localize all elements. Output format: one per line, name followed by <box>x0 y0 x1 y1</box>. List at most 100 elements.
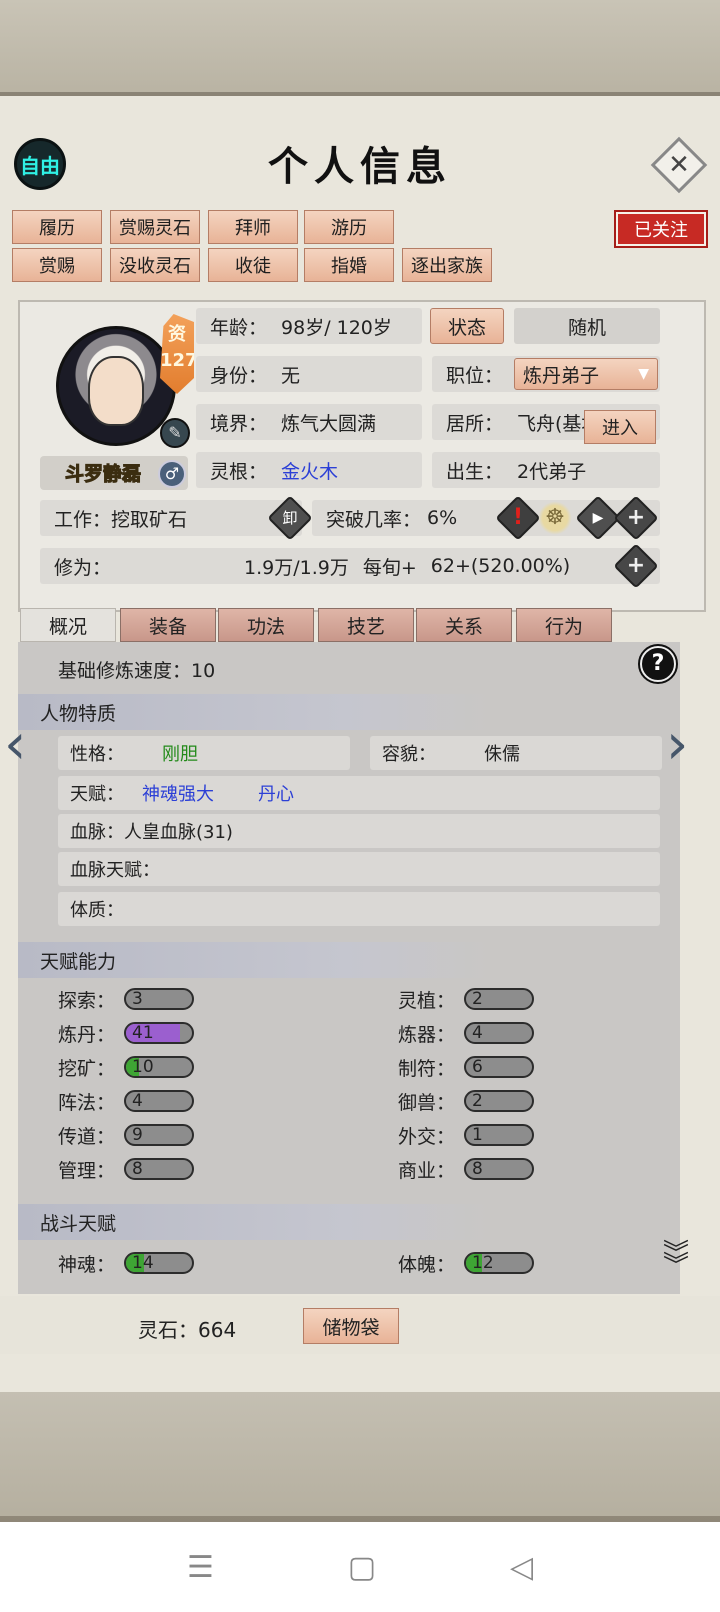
expel-family-button[interactable]: 逐出家族 <box>402 248 492 282</box>
next-character-arrow-icon[interactable]: › <box>666 712 688 777</box>
take-disciple-button[interactable]: 收徒 <box>208 248 298 282</box>
top-background <box>0 0 720 100</box>
ability-value: 4 <box>132 1091 143 1111</box>
scroll-down-chevron-icon[interactable]: ︾ ︾ <box>656 1241 696 1298</box>
ability-label: 制符： <box>398 1058 456 1080</box>
looks-row: 容貌： 侏儒 <box>370 736 662 770</box>
looks-value: 侏儒 <box>484 744 520 765</box>
age-field: 年龄： 98岁/ 120岁 <box>196 308 422 344</box>
ability-value: 10 <box>132 1057 154 1077</box>
confiscate-stones-button[interactable]: 没收灵石 <box>110 248 200 282</box>
realm-label: 境界： <box>210 412 268 435</box>
ability-label: 御兽： <box>398 1092 456 1114</box>
talent-value-2: 丹心 <box>258 784 294 805</box>
ability-value: 14 <box>132 1253 154 1273</box>
close-icon: ✕ <box>668 150 690 180</box>
tab-relations[interactable]: 关系 <box>416 608 512 642</box>
tab-behavior[interactable]: 行为 <box>516 608 612 642</box>
system-navbar: ☰ ▢ ◁ <box>0 1522 720 1612</box>
random-button[interactable]: 随机 <box>514 308 660 344</box>
ability-bar: 4 <box>464 1022 534 1044</box>
position-value: 炼丹弟子 <box>523 364 600 387</box>
menu-icon[interactable]: ☰ <box>187 1550 214 1585</box>
avatar-face <box>88 356 144 426</box>
tab-equipment[interactable]: 装备 <box>120 608 216 642</box>
personality-label: 性格： <box>70 744 124 765</box>
ability-bar: 1 <box>464 1124 534 1146</box>
travel-button[interactable]: 游历 <box>304 210 394 244</box>
male-gender-icon: ♂ <box>158 460 186 488</box>
bloodline-value: 人皇血脉(31) <box>124 822 233 843</box>
prev-character-arrow-icon[interactable]: ‹ <box>4 712 26 777</box>
meditation-icon[interactable]: ☸ <box>536 498 574 538</box>
tab-techniques[interactable]: 功法 <box>218 608 314 642</box>
position-dropdown[interactable]: 炼丹弟子 ▼ <box>514 358 658 390</box>
spirit-stones-count: 灵石：664 <box>138 1318 237 1342</box>
breakthrough-value: 6% <box>427 507 458 529</box>
home-icon[interactable]: ▢ <box>348 1550 376 1585</box>
ability-bar: 2 <box>464 1090 534 1112</box>
ability-value: 6 <box>472 1057 483 1077</box>
ability-value: 9 <box>132 1125 143 1145</box>
ability-value: 3 <box>132 989 143 1009</box>
bloodline-row: 血脉： 人皇血脉(31) <box>58 814 660 848</box>
ability-label: 炼丹： <box>58 1024 116 1046</box>
looks-label: 容貌： <box>382 744 436 765</box>
constitution-label: 体质： <box>70 900 124 921</box>
character-name: 斗罗静磊 <box>64 463 141 486</box>
aptitude-label: 资 <box>168 324 186 345</box>
ability-value: 8 <box>472 1159 483 1179</box>
arrange-marriage-button[interactable]: 指婚 <box>304 248 394 282</box>
combat-section-title: 战斗天赋 <box>18 1204 488 1240</box>
spirit-root-field: 灵根： 金火木 <box>196 452 422 488</box>
cultivation-value: 1.9万/1.9万 <box>244 556 349 579</box>
reward-button[interactable]: 赏赐 <box>12 248 102 282</box>
talent-value-1: 神魂强大 <box>142 784 214 805</box>
ability-bar: 3 <box>124 988 194 1010</box>
overview-panel[interactable]: 基础修炼速度：10 人物特质 性格： 刚胆 容貌： 侏儒 天赋： 神魂强大 丹心… <box>18 642 680 1294</box>
ability-bar: 9 <box>124 1124 194 1146</box>
follow-button[interactable]: 已关注 <box>614 210 708 248</box>
traits-section-title: 人物特质 <box>18 694 488 730</box>
ability-label: 体魄： <box>398 1254 456 1276</box>
ability-value: 4 <box>472 1023 483 1043</box>
reward-stones-button[interactable]: 赏赐灵石 <box>110 210 200 244</box>
ability-bar: 41 <box>124 1022 194 1044</box>
close-button[interactable]: ✕ <box>650 136 708 194</box>
position-label: 职位： <box>446 364 504 387</box>
state-button[interactable]: 状态 <box>430 308 504 344</box>
realm-value: 炼气大圆满 <box>281 412 377 435</box>
resume-button[interactable]: 履历 <box>12 210 102 244</box>
work-label: 工作： <box>54 508 112 531</box>
ability-bar: 4 <box>124 1090 194 1112</box>
talent-label: 天赋： <box>70 784 124 805</box>
ability-label: 灵植： <box>398 990 456 1012</box>
bloodline-label: 血脉： <box>70 822 124 843</box>
enter-residence-button[interactable]: 进入 <box>584 410 656 444</box>
aptitude-badge: 资 127 <box>160 314 194 394</box>
identity-label: 身份： <box>210 364 268 387</box>
ability-label: 外交： <box>398 1126 456 1148</box>
tab-skills[interactable]: 技艺 <box>318 608 414 642</box>
ability-bar: 10 <box>124 1056 194 1078</box>
personality-row: 性格： 刚胆 <box>58 736 350 770</box>
base-speed: 基础修炼速度：10 <box>58 660 216 682</box>
tab-overview[interactable]: 概况 <box>20 608 116 642</box>
back-icon[interactable]: ◁ <box>510 1550 533 1585</box>
ability-label: 炼器： <box>398 1024 456 1046</box>
apprentice-button[interactable]: 拜师 <box>208 210 298 244</box>
bloodline-talent-row: 血脉天赋： <box>58 852 660 886</box>
residence-label: 居所： <box>446 412 504 435</box>
birth-label: 出生： <box>446 460 504 483</box>
ability-bar: 8 <box>464 1158 534 1180</box>
age-label: 年龄： <box>210 316 268 339</box>
help-button[interactable]: ? <box>638 644 678 684</box>
rename-pen-icon[interactable]: ✎ <box>160 418 190 448</box>
ability-label: 传道： <box>58 1126 116 1148</box>
work-value: 挖取矿石 <box>111 508 188 531</box>
realm-field: 境界： 炼气大圆满 <box>196 404 422 440</box>
ability-bar: 12 <box>464 1252 534 1274</box>
storage-bag-button[interactable]: 储物袋 <box>303 1308 399 1344</box>
spirit-root-label: 灵根： <box>210 460 268 483</box>
bottom-background <box>0 1392 720 1522</box>
